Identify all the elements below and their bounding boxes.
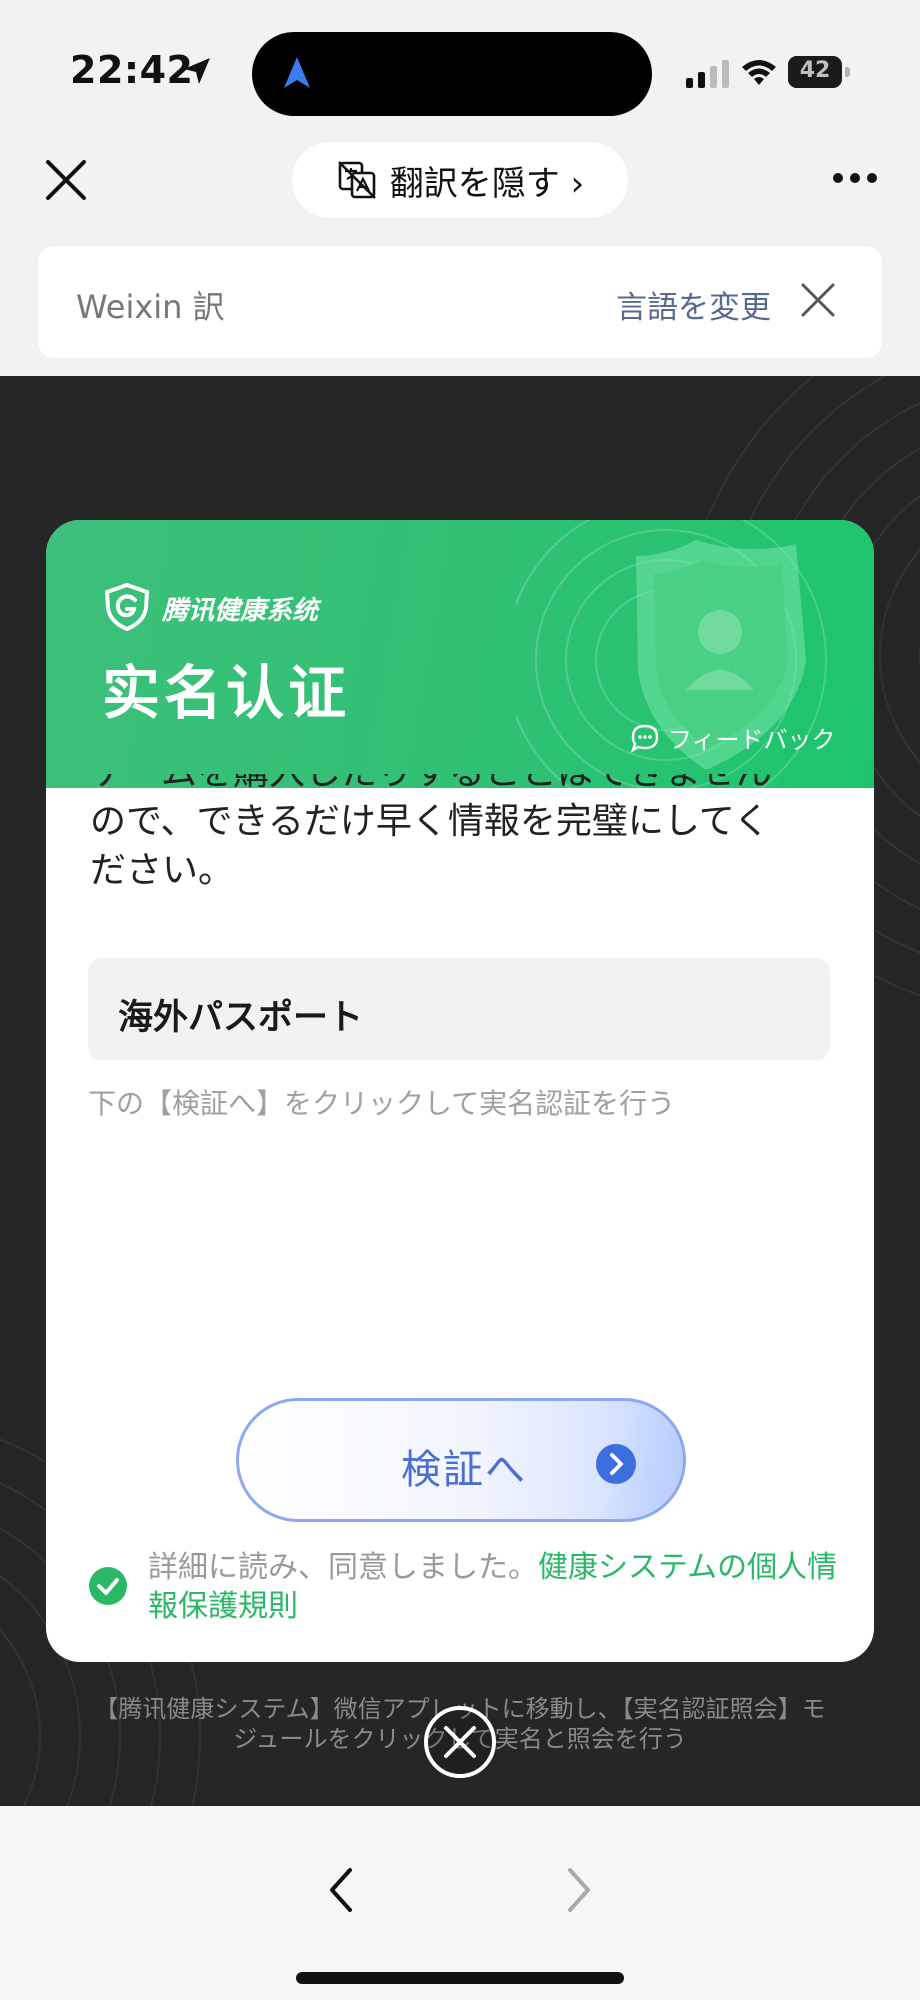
feedback-link[interactable]: フィードバック: [630, 720, 836, 755]
real-name-auth-card: 腾讯健康系统 实名认证 フィードバック ゲームを購入したりすることはできません …: [46, 520, 874, 1662]
brand-name: 腾讯健康系统: [162, 596, 319, 626]
card-title: 实名认证: [102, 659, 351, 727]
translation-brand: Weixin 訳: [76, 288, 225, 326]
body-line-2: ので、できるだけ早く情報を完璧にしてく: [90, 801, 770, 842]
status-bar: 22:42 42: [0, 0, 920, 130]
status-time: 22:42: [70, 48, 194, 92]
wifi-icon: [742, 60, 776, 85]
hide-translation-button[interactable]: 翻訳を隠す ›: [292, 142, 628, 218]
agreement-statement: 詳細に読み、同意しました。: [148, 1550, 538, 1585]
feedback-label: フィードバック: [668, 726, 836, 754]
more-options-icon[interactable]: [832, 172, 878, 184]
checkmark-icon[interactable]: [88, 1566, 128, 1606]
tencent-health-logo-icon: [104, 582, 150, 632]
document-type-field[interactable]: 海外パスポート: [88, 958, 830, 1060]
forward-arrow-icon[interactable]: [564, 1866, 594, 1914]
close-icon[interactable]: [44, 158, 88, 202]
cellular-signal-icon: [686, 60, 729, 88]
card-body-text: ゲームを購入したりすることはできません ので、できるだけ早く情報を完璧にしてく …: [90, 774, 830, 914]
dynamic-island: [252, 32, 652, 116]
navigation-arrow-icon: [284, 57, 310, 88]
home-indicator: [296, 1972, 624, 1984]
close-circle-icon[interactable]: [422, 1704, 498, 1780]
body-line-3: ださい。: [90, 850, 235, 891]
agreement-text: 詳細に読み、同意しました。健康システムの個人情報保護規則: [148, 1548, 848, 1626]
verify-button[interactable]: 検証へ: [236, 1398, 686, 1522]
back-arrow-icon[interactable]: [326, 1866, 356, 1914]
battery-level: 42: [799, 58, 831, 83]
verify-hint: 下の【検証へ】をクリックして実名認証を行う: [88, 1087, 676, 1120]
chevron-right-icon: [596, 1444, 636, 1484]
battery-tip: [845, 67, 850, 77]
chat-bubble-icon: [630, 724, 659, 753]
close-banner-icon[interactable]: [800, 282, 836, 318]
browser-toolbar: [0, 1806, 920, 2000]
battery-indicator: 42: [788, 56, 850, 88]
translation-banner: Weixin 訳 言語を変更: [38, 246, 882, 358]
hide-translation-label: 翻訳を隠す ›: [389, 163, 585, 204]
body-line-1: ゲームを購入したりすることはできません: [90, 774, 772, 797]
card-header: 腾讯健康系统 实名认证 フィードバック: [46, 520, 874, 788]
document-type-value: 海外パスポート: [118, 998, 364, 1038]
change-language-link[interactable]: 言語を変更: [616, 282, 771, 327]
location-arrow-icon: [184, 58, 210, 84]
translate-off-icon: [337, 161, 376, 199]
